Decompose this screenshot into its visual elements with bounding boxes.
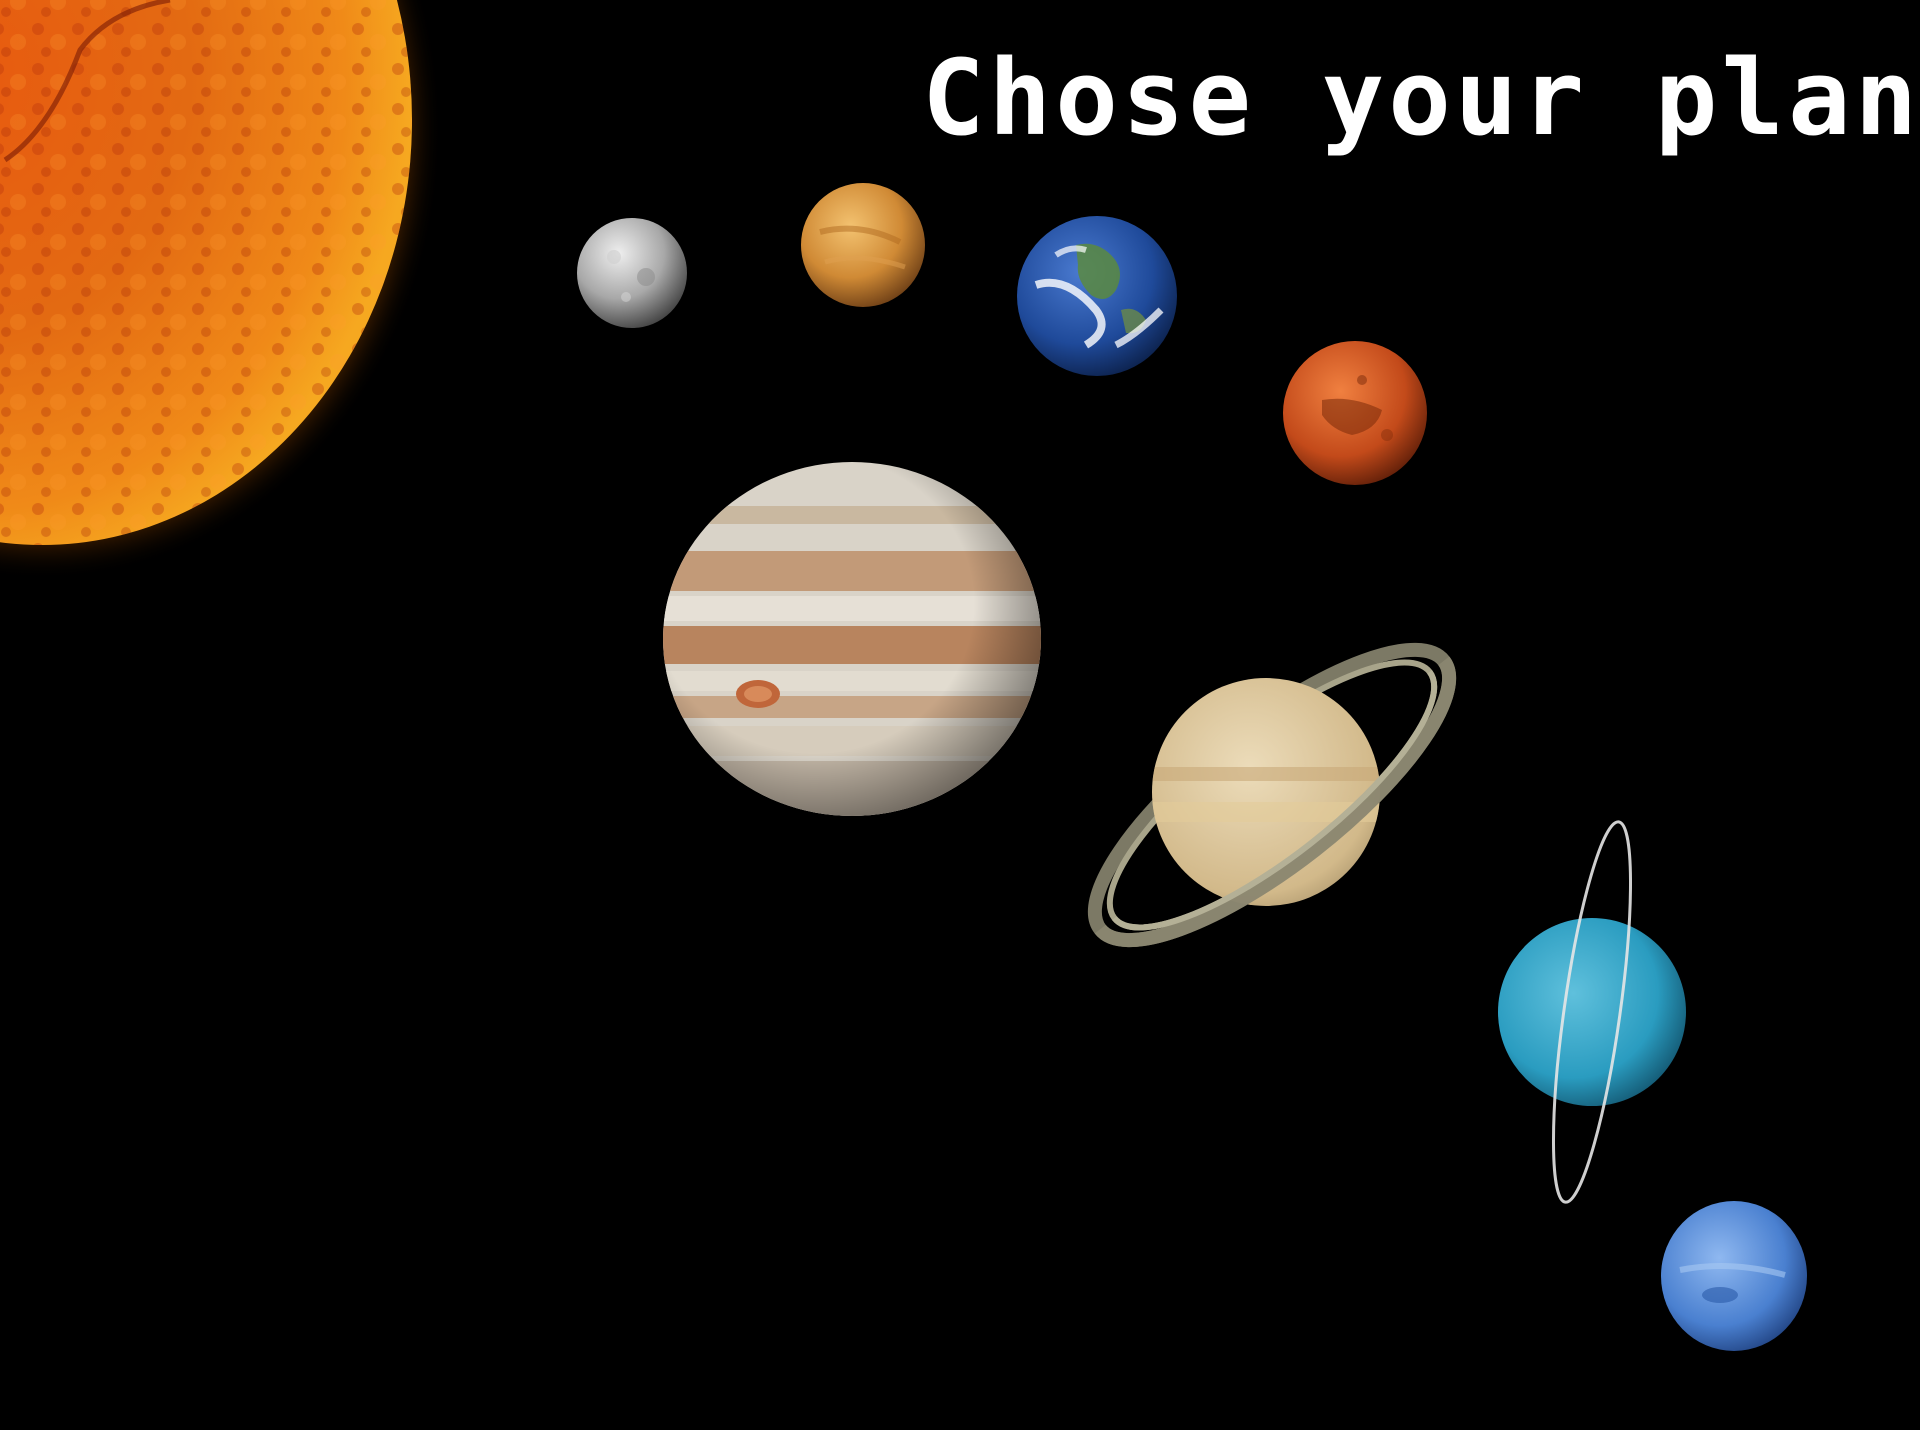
venus-icon [801, 183, 925, 307]
planet-neptune-button[interactable] [1660, 1200, 1808, 1352]
solar-system-scene: Chose your planet [0, 0, 1920, 1430]
planet-jupiter-button[interactable] [662, 461, 1042, 817]
planet-uranus-button[interactable] [1496, 816, 1688, 1208]
uranus-icon [1498, 820, 1686, 1204]
planet-venus-button[interactable] [800, 182, 926, 308]
mercury-icon [577, 218, 687, 328]
planet-mars-button[interactable] [1282, 340, 1428, 486]
saturn-icon [1087, 642, 1457, 948]
mars-icon [1283, 341, 1427, 485]
sun-icon [0, 0, 470, 740]
neptune-icon [1661, 1201, 1807, 1351]
jupiter-icon [663, 462, 1041, 816]
planet-mercury-button[interactable] [576, 217, 688, 329]
page-title: Chose your planet [922, 37, 1920, 159]
planet-earth-button[interactable] [1016, 215, 1178, 377]
planet-saturn-button[interactable] [1072, 602, 1472, 988]
earth-icon [1017, 216, 1177, 376]
